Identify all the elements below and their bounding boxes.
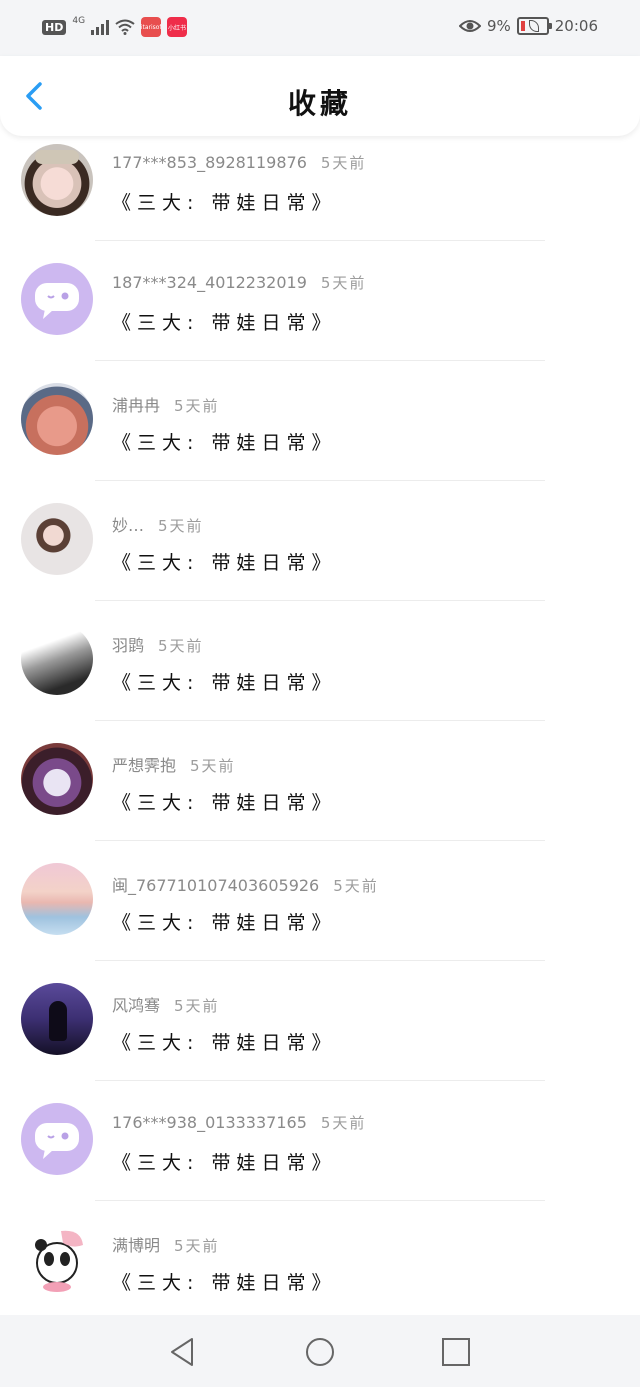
timestamp: 5天前 — [320, 154, 367, 172]
collected-title[interactable]: 《三大: 带娃日常》 — [112, 1028, 336, 1055]
recents-square-icon[interactable] — [439, 1335, 473, 1369]
list-item[interactable]: 闽_7677101074036059​26 5天前 《三大: 带娃日常》 — [0, 840, 640, 961]
username: 闽_7677101074036059​26 — [112, 876, 320, 895]
list-item[interactable]: 满博明 5天前 《三大: 带娃日常》 — [0, 1200, 640, 1320]
timestamp: 5天前 — [320, 1114, 367, 1132]
hd-badge: HD — [42, 19, 67, 35]
eye-comfort-icon — [458, 20, 481, 32]
list-item[interactable]: 严想霁抱 5天前 《三大: 带娃日常》 — [0, 720, 640, 841]
clock: 20:06 — [554, 17, 598, 35]
timestamp: 5天前 — [190, 757, 236, 775]
home-circle-icon[interactable] — [303, 1335, 337, 1369]
list-item[interactable]: 177***853_8928119876 5天前 《三大: 带娃日常》 — [0, 120, 640, 241]
item-meta: 187***324_4012232019 5天前 — [112, 272, 366, 293]
avatar[interactable] — [21, 144, 93, 216]
username: 满博明 — [112, 1236, 161, 1255]
avatar[interactable] — [21, 1223, 93, 1295]
avatar[interactable] — [21, 383, 93, 455]
avatar[interactable] — [21, 263, 93, 335]
avatar[interactable] — [21, 743, 93, 815]
avatar[interactable] — [21, 983, 93, 1055]
username: 妙… — [112, 516, 145, 535]
status-bar: HD 4G ritarisoft 小红书 9% 20:06 — [0, 0, 640, 56]
item-meta: 风鸿骞 5天前 — [112, 992, 220, 1016]
page-title: 收藏 — [287, 87, 352, 120]
list-item[interactable]: 妙… 5天前 《三大: 带娃日常》 — [0, 480, 640, 601]
avatar[interactable] — [21, 863, 93, 935]
username: 风鸿骞 — [112, 996, 161, 1015]
username: 176***938_0133337165 — [112, 1113, 307, 1132]
timestamp: 5天前 — [333, 877, 379, 895]
collected-title[interactable]: 《三大: 带娃日常》 — [112, 1148, 336, 1175]
back-triangle-icon[interactable] — [166, 1335, 200, 1369]
panda-sticker-icon — [35, 1230, 83, 1292]
collected-title[interactable]: 《三大: 带娃日常》 — [112, 308, 336, 335]
xiaohongshu-notification-icon: 小红书 — [167, 17, 188, 37]
item-meta: 176***938_0133337165 5天前 — [112, 1112, 366, 1133]
item-meta: 浦冉冉 5天前 — [112, 392, 220, 416]
status-left: HD 4G ritarisoft 小红书 — [42, 16, 188, 37]
list-item[interactable]: 羽鹍 5天前 《三大: 带娃日常》 — [0, 600, 640, 721]
item-meta: 满博明 5天前 — [112, 1232, 220, 1256]
timestamp: 5天前 — [174, 997, 220, 1015]
chat-bubble-icon — [35, 283, 79, 319]
item-meta: 羽鹍 5天前 — [112, 632, 204, 656]
header: 收藏 — [0, 56, 640, 136]
timestamp: 5天前 — [174, 1237, 220, 1255]
list-item[interactable]: 176***938_0133337165 5天前 《三大: 带娃日常》 — [0, 1080, 640, 1201]
chat-bubble-icon — [35, 1123, 79, 1159]
collected-title[interactable]: 《三大: 带娃日常》 — [112, 548, 336, 575]
item-meta: 177***853_8928119876 5天前 — [112, 152, 366, 173]
collected-title[interactable]: 《三大: 带娃日常》 — [112, 188, 336, 215]
status-right: 9% 20:06 — [458, 17, 598, 35]
collected-title[interactable]: 《三大: 带娃日常》 — [112, 668, 336, 695]
item-meta: 妙… 5天前 — [112, 512, 204, 536]
item-meta: 闽_7677101074036059​26 5天前 — [112, 872, 379, 896]
username: 177***853_8928119876 — [112, 153, 307, 172]
signal-icon — [91, 19, 110, 35]
item-meta: 严想霁抱 5天前 — [112, 752, 236, 776]
timestamp: 5天前 — [158, 517, 204, 535]
username: 羽鹍 — [112, 636, 145, 655]
avatar[interactable] — [21, 1103, 93, 1175]
list-item[interactable]: 187***324_4012232019 5天前 《三大: 带娃日常》 — [0, 240, 640, 361]
system-nav-bar — [0, 1315, 640, 1387]
collected-title[interactable]: 《三大: 带娃日常》 — [112, 788, 336, 815]
network-type: 4G — [72, 16, 86, 26]
timestamp: 5天前 — [158, 637, 204, 655]
username: 187***324_4012232019 — [112, 273, 307, 292]
username: 严想霁抱 — [112, 756, 177, 775]
avatar[interactable] — [21, 623, 93, 695]
list-item[interactable]: 浦冉冉 5天前 《三大: 带娃日常》 — [0, 360, 640, 481]
username: 浦冉冉 — [112, 396, 161, 415]
avatar[interactable] — [21, 503, 93, 575]
collected-title[interactable]: 《三大: 带娃日常》 — [112, 1268, 336, 1295]
list-item[interactable]: 风鸿骞 5天前 《三大: 带娃日常》 — [0, 960, 640, 1081]
wifi-icon — [115, 19, 135, 35]
favorites-list: 177***853_8928119876 5天前 《三大: 带娃日常》 187*… — [0, 120, 640, 1320]
collected-title[interactable]: 《三大: 带娃日常》 — [112, 428, 336, 455]
collected-title[interactable]: 《三大: 带娃日常》 — [112, 908, 336, 935]
app-notification-icon: ritarisoft — [141, 17, 162, 37]
battery-percent: 9% — [486, 17, 511, 35]
timestamp: 5天前 — [320, 274, 367, 292]
battery-icon — [516, 17, 552, 35]
timestamp: 5天前 — [174, 397, 220, 415]
